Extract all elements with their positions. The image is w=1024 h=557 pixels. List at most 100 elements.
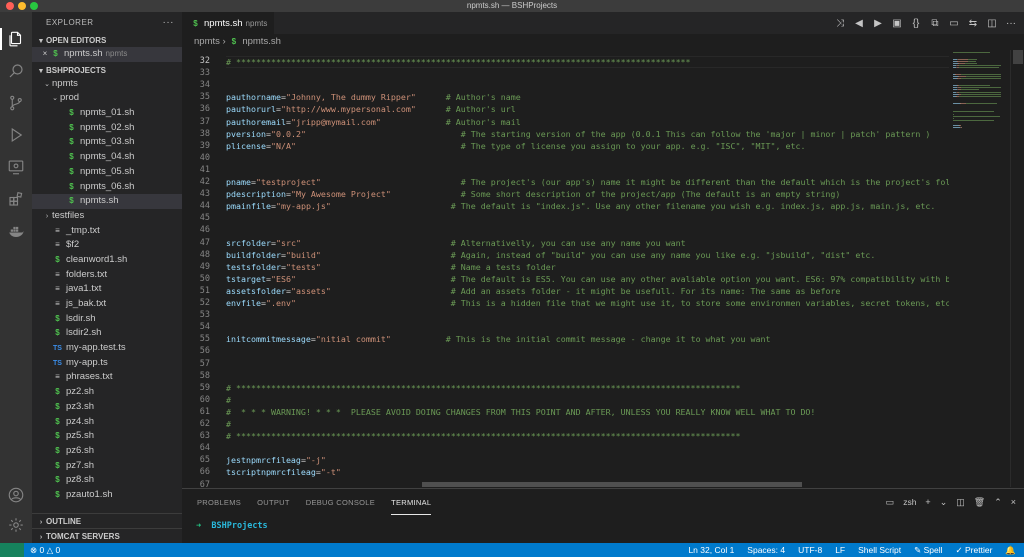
split-editor-icon[interactable]: ◫	[987, 18, 997, 29]
scrollbar-thumb[interactable]	[1013, 50, 1023, 64]
file-item[interactable]: $ cleanword1.sh	[32, 253, 182, 268]
next-icon[interactable]: ▶	[873, 18, 883, 29]
file-item[interactable]: TS my-app.ts	[32, 356, 182, 371]
code-line[interactable]: pauthoremail="jripp@mymail.com" # Author…	[226, 117, 521, 127]
run-debug-icon[interactable]	[6, 125, 26, 145]
chevron-down-icon[interactable]: ⌄	[940, 497, 948, 508]
encoding[interactable]: UTF-8	[798, 543, 822, 557]
tab-npmts-sh[interactable]: $ npmts.sh npmts	[182, 12, 274, 34]
code-line[interactable]: tstarget="ES6" # The default is ES5. You…	[226, 274, 949, 284]
file-item[interactable]: $ npmts_04.sh	[32, 150, 182, 165]
maximize-panel-icon[interactable]: ⌃	[994, 497, 1002, 508]
code-line[interactable]: pauthorname="Johnny, The dummy Ripper" #…	[226, 92, 521, 102]
file-item[interactable]: $ pz2.sh	[32, 385, 182, 400]
code-line[interactable]: jestnpmrcfileag="-j"	[226, 455, 326, 465]
panel-tab-terminal[interactable]: TERMINAL	[391, 489, 432, 515]
extensions-icon[interactable]	[6, 189, 26, 209]
code-line[interactable]: # **************************************…	[226, 431, 741, 441]
code-line[interactable]: pmainfile="my-app.js" # The default is "…	[226, 201, 935, 211]
folder-npmts[interactable]: ⌄ npmts	[32, 77, 182, 92]
language-mode[interactable]: Shell Script	[858, 543, 901, 557]
horizontal-scrollbar[interactable]	[422, 482, 802, 487]
code-line[interactable]: buildfolder="build" # Again, instead of …	[226, 250, 875, 260]
new-terminal-icon[interactable]: +	[925, 497, 930, 507]
remote-explorer-icon[interactable]	[6, 157, 26, 177]
files-icon[interactable]	[6, 29, 26, 49]
cursor-position[interactable]: Ln 32, Col 1	[688, 543, 734, 557]
code-line[interactable]: tscriptnpmrcfileag="-t"	[226, 467, 341, 477]
open-editors-section[interactable]: ▼ OPEN EDITORS	[32, 34, 182, 47]
account-icon[interactable]	[6, 485, 26, 505]
project-section[interactable]: ▼ BSHPROJECTS	[32, 64, 182, 77]
code-editor[interactable]: 32 33 34 35 36 37 38 39 40 41 42 43 44 45 46 47 48 49 50 51…	[182, 50, 949, 487]
file-item[interactable]: $ lsdir.sh	[32, 312, 182, 327]
file-item[interactable]: $ npmts.sh	[32, 194, 182, 209]
tomcat-section[interactable]: › TOMCAT SERVERS	[32, 528, 182, 543]
panel-tab-debug-console[interactable]: DEBUG CONSOLE	[306, 489, 375, 515]
open-editor-item[interactable]: × $ npmts.sh npmts	[32, 47, 182, 62]
code-line[interactable]: #	[226, 419, 231, 429]
code-line[interactable]: # **************************************…	[226, 56, 949, 68]
code-line[interactable]: # **************************************…	[226, 383, 741, 393]
file-item[interactable]: ≡ folders.txt	[32, 268, 182, 283]
prettier-status[interactable]: ✓ Prettier	[956, 543, 993, 557]
code-line[interactable]: #	[226, 395, 231, 405]
search-icon[interactable]	[6, 61, 26, 81]
file-item[interactable]: TS my-app.test.ts	[32, 341, 182, 356]
file-item[interactable]: ≡ $f2	[32, 238, 182, 253]
notifications-icon[interactable]: 🔔	[1005, 543, 1016, 557]
terminal-prompt[interactable]: ➜ BSHProjects	[196, 521, 268, 531]
file-item[interactable]: ≡ java1.txt	[32, 282, 182, 297]
more-actions-icon[interactable]: ···	[163, 12, 175, 34]
save-icon[interactable]: ▣	[892, 18, 902, 29]
source-control-icon[interactable]	[6, 93, 26, 113]
code-line[interactable]: # * * * WARNING! * * * PLEASE AVOID DOIN…	[226, 407, 815, 417]
folder-prod[interactable]: ⌄ prod	[32, 91, 182, 106]
vertical-scrollbar[interactable]	[1010, 50, 1024, 487]
spell-status[interactable]: ✎ Spell	[914, 543, 942, 557]
code-area[interactable]: # **************************************…	[226, 50, 949, 487]
shuffle-icon[interactable]: ⤨	[835, 18, 845, 29]
file-item[interactable]: $ pz5.sh	[32, 429, 182, 444]
code-line[interactable]: srcfolder="src" # Alternativelly, you ca…	[226, 238, 686, 248]
docker-icon[interactable]	[6, 221, 26, 241]
compare-icon[interactable]: ⇆	[968, 18, 978, 29]
code-line[interactable]: testsfolder="tests" # Name a tests folde…	[226, 262, 556, 272]
minimap[interactable]	[949, 50, 1009, 487]
outline-section[interactable]: › OUTLINE	[32, 513, 182, 529]
terminal-shell-select[interactable]: zsh	[903, 497, 916, 507]
file-item[interactable]: $ pz7.sh	[32, 459, 182, 474]
file-item[interactable]: $ pz8.sh	[32, 473, 182, 488]
file-item[interactable]: ≡ js_bak.txt	[32, 297, 182, 312]
file-item[interactable]: $ pz6.sh	[32, 444, 182, 459]
problems-indicator[interactable]: ⊗ 0 △ 0	[30, 543, 60, 557]
code-line[interactable]: pname="testproject" # The project's (our…	[226, 177, 949, 187]
file-item[interactable]: $ npmts_02.sh	[32, 121, 182, 136]
code-line[interactable]: assetsfolder="assets" # Add an assets fo…	[226, 286, 840, 296]
panel-tab-problems[interactable]: PROBLEMS	[197, 489, 241, 515]
file-item[interactable]: $ npmts_03.sh	[32, 135, 182, 150]
code-line[interactable]: pdescription="My Awesome Project" # Some…	[226, 189, 840, 199]
file-item[interactable]: $ npmts_06.sh	[32, 180, 182, 195]
indentation[interactable]: Spaces: 4	[747, 543, 785, 557]
code-line[interactable]: plicense="N/A" # The type of license you…	[226, 141, 805, 151]
remote-indicator[interactable]	[0, 543, 24, 557]
terminal-icon[interactable]: ▭	[949, 18, 959, 29]
file-item[interactable]: $ lsdir2.sh	[32, 326, 182, 341]
more-actions-icon[interactable]: ···	[1006, 18, 1016, 29]
breadcrumb-folder[interactable]: npmts	[194, 36, 220, 47]
close-icon[interactable]: ×	[40, 47, 50, 62]
braces-icon[interactable]: {}	[911, 18, 921, 29]
code-line[interactable]: pversion="0.0.2" # The starting version …	[226, 129, 930, 139]
previous-icon[interactable]: ◀	[854, 18, 864, 29]
split-terminal-icon[interactable]: ◫	[956, 497, 965, 508]
file-item[interactable]: $ npmts_01.sh	[32, 106, 182, 121]
panel-tab-output[interactable]: OUTPUT	[257, 489, 290, 515]
file-item[interactable]: ≡ _tmp.txt	[32, 224, 182, 239]
settings-gear-icon[interactable]	[6, 515, 26, 535]
file-item[interactable]: ≡ phrases.txt	[32, 370, 182, 385]
close-panel-icon[interactable]: ×	[1011, 497, 1016, 507]
end-of-line[interactable]: LF	[835, 543, 845, 557]
code-line[interactable]: initcommitmessage="nitial commit" # This…	[226, 334, 771, 344]
trash-icon[interactable]: 🗑	[974, 497, 985, 508]
